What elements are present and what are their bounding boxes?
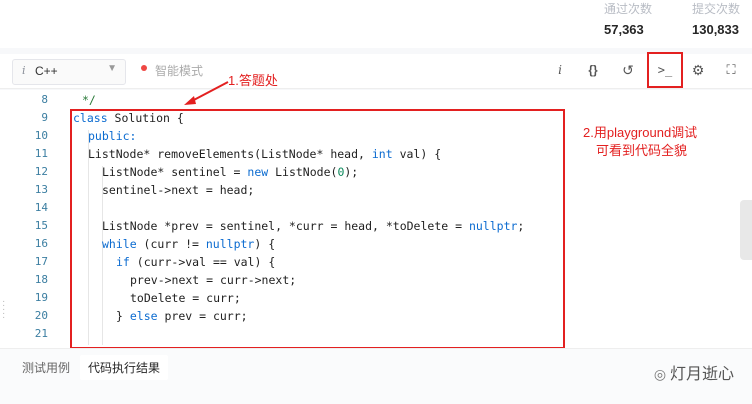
line-number: 12	[34, 165, 48, 178]
line-number: 9	[41, 111, 48, 124]
stat-accepted-value: 57,363	[604, 22, 644, 37]
smart-mode-toggle[interactable]: 智能模式	[155, 62, 203, 79]
smart-mode-dot-icon	[141, 65, 147, 71]
stat-submissions-label: 提交次数	[692, 2, 741, 16]
tab-run-result[interactable]: 代码执行结果	[80, 355, 169, 380]
braces-icon[interactable]: {}	[581, 58, 605, 82]
code-line-8: */	[82, 93, 96, 107]
language-select[interactable]: i C++ ▼	[12, 59, 126, 85]
reset-icon[interactable]: ↺	[616, 58, 640, 82]
info-small-icon: i	[22, 64, 26, 77]
fullscreen-icon[interactable]: ⛶	[719, 58, 743, 82]
annotation-arrow-icon	[184, 81, 229, 105]
resize-handle-icon[interactable]: · · · · ·	[2, 297, 5, 323]
top-stats-bar: 通过次数 57,363 提交次数 130,833	[0, 0, 752, 48]
line-number: 19	[34, 291, 48, 304]
watermark-text: 灯月逝心	[669, 366, 734, 383]
annotation-playground-line1: 2.用playground调试	[583, 125, 698, 140]
tab-test-cases[interactable]: 测试用例	[22, 359, 70, 376]
annotation-answer-area: 1.答题处	[228, 73, 278, 88]
info-icon[interactable]: i	[548, 58, 572, 82]
stat-accepted-label: 通过次数	[604, 2, 653, 16]
line-number: 15	[34, 219, 48, 232]
code-highlight-box	[70, 109, 565, 349]
watermark: ◎ 灯月逝心	[654, 360, 734, 384]
chevron-down-icon: ▼	[107, 63, 117, 74]
language-value: C++	[35, 64, 58, 78]
line-number: 20	[34, 309, 48, 322]
line-number: 13	[34, 183, 48, 196]
wechat-icon: ◎	[653, 366, 670, 382]
line-number: 16	[34, 237, 48, 250]
editor-scrollbar[interactable]	[740, 200, 752, 260]
line-number: 14	[34, 201, 48, 214]
terminal-highlight-box	[647, 52, 683, 88]
line-number: 8	[41, 93, 48, 106]
line-number: 11	[34, 147, 48, 160]
annotation-playground-line2: 可看到代码全貌	[596, 143, 688, 158]
line-number-gutter: 8 9 10 11 12 13 14 15 16 17 18 19 20 21	[0, 90, 60, 348]
bottom-panel: 测试用例 代码执行结果	[0, 348, 752, 404]
line-number: 10	[34, 129, 48, 142]
line-number: 17	[34, 255, 48, 268]
line-number: 18	[34, 273, 48, 286]
settings-icon[interactable]: ⚙	[686, 58, 710, 82]
stat-submissions-value: 130,833	[692, 22, 739, 37]
line-number: 21	[34, 327, 48, 340]
